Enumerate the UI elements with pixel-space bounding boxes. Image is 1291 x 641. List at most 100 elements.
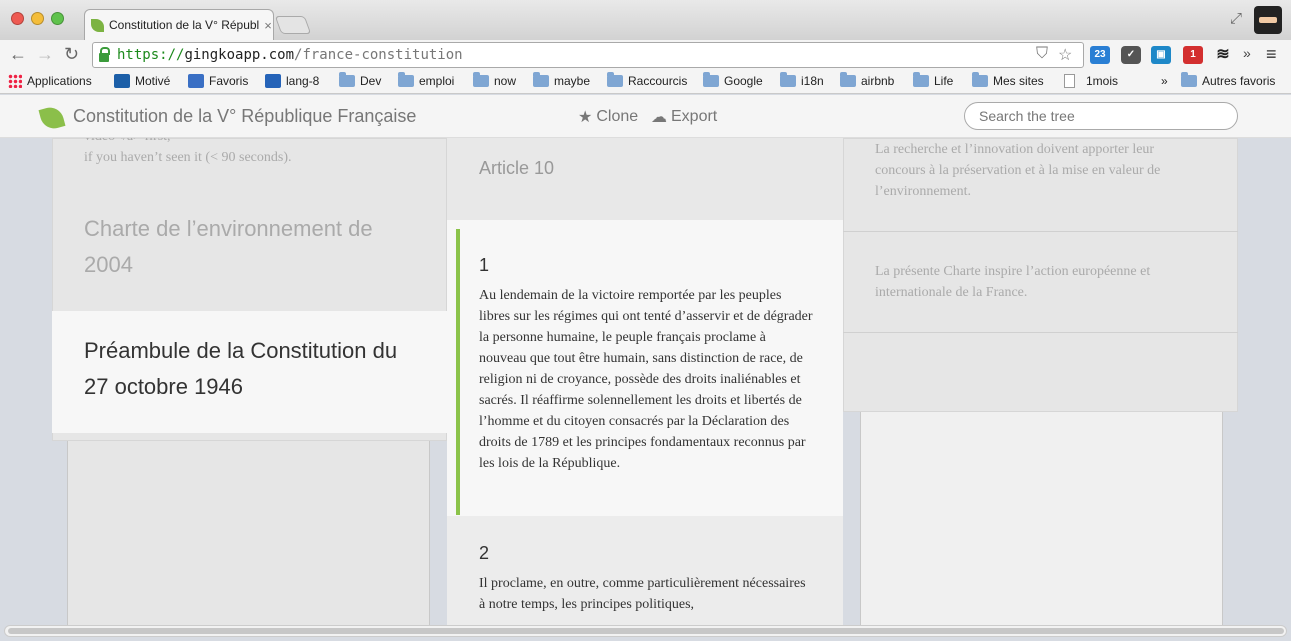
bookmark-label: maybe [554,74,591,88]
folder-icon [840,72,856,87]
bookmark-emploi[interactable]: emploi [398,72,455,88]
browser-tab[interactable]: Constitution de la V° Républ × [84,9,274,40]
card-article-10[interactable] [447,138,843,220]
bookmark-google[interactable]: Google [703,72,763,88]
bookmark-1mois[interactable]: 1mois [1064,74,1118,88]
url-host: gingkoapp.com [184,47,295,63]
contacts-icon [188,74,204,88]
bookmarks-overflow[interactable]: » [1161,74,1168,88]
folder-icon [473,72,489,87]
bookmark-label: 1mois [1086,74,1119,88]
card-charte-environnement[interactable]: Charte de l’environnement de 2004 [84,211,424,283]
reload-icon[interactable]: ↻ [64,44,79,65]
bookmark-label: Autres favoris [1202,74,1276,88]
clone-button[interactable]: ★ Clone [578,107,638,127]
bookmark-label: Raccourcis [628,74,688,88]
star-icon: ★ [578,109,593,126]
shield-icon[interactable]: ⛉ [1036,45,1048,63]
bookmark-now[interactable]: now [473,72,516,88]
bookmark-i18n[interactable]: i18n [780,72,824,88]
bookmark-label: emploi [419,74,455,88]
bookmark-label: Google [724,74,763,88]
bookmark-label: i18n [801,74,824,88]
divider [843,231,1238,232]
folder-icon [533,72,549,87]
card-charte-inspire[interactable]: La présente Charte inspire l’action euro… [875,261,1195,303]
bookmark-mes-sites[interactable]: Mes sites [972,72,1044,88]
gingko-favicon-icon [91,18,104,32]
address-bar[interactable]: https:// gingkoapp.com /france-constitut… [92,42,1084,68]
export-button[interactable]: ☁ Export [651,107,717,127]
checkbox-icon [265,74,281,88]
card-1-heading: 1 [479,255,490,275]
folder-icon [607,72,623,87]
tab-title: Constitution de la V° Républ [109,18,260,32]
export-label: Export [671,108,718,125]
search-tree-input[interactable] [964,102,1238,130]
folder-icon [972,72,988,87]
article-10-label: Article 10 [479,158,555,178]
close-window-button[interactable] [11,12,24,25]
partial-text-line-2: if you haven’t seen it (< 90 seconds). [84,150,292,165]
card-preambule-title: Préambule de la Constitution du 27 octob… [84,338,398,399]
apps-grid-icon [8,74,22,88]
folder-icon [780,72,796,87]
card-recherche[interactable]: La recherche et l’innovation doivent app… [875,139,1195,202]
chrome-menu-icon[interactable]: ≡ [1266,44,1277,65]
calendar-extension-icon[interactable]: 23 [1090,46,1110,64]
folder-icon [913,72,929,87]
bookmark-label: Favoris [209,74,249,88]
trello-icon [114,74,130,88]
card-2-heading: 2 [479,543,490,563]
lastpass-extension-icon[interactable]: 1 [1183,46,1203,64]
bookmark-life[interactable]: Life [913,72,954,88]
bookmark-label: Motivé [135,74,171,88]
folder-icon [703,72,719,87]
column-3-panel [860,400,1223,625]
bookmark-favoris[interactable]: Favoris [188,74,248,88]
forward-icon[interactable]: → [36,44,54,65]
bookmark-label: Applications [27,74,92,88]
bookmark-airbnb[interactable]: airbnb [840,72,895,88]
maximize-window-button[interactable] [51,12,64,25]
bookmark-raccourcis[interactable]: Raccourcis [607,72,688,88]
cloud-download-icon: ☁ [651,109,667,126]
bookmark-autres-favoris[interactable]: Autres favoris [1181,72,1276,88]
folder-icon [1181,72,1197,87]
url-path: /france-constitution [294,47,463,63]
bookmarks-overflow-label: » [1161,74,1168,88]
folder-icon [398,72,414,87]
extensions-overflow-icon[interactable]: » [1243,45,1251,61]
close-tab-icon[interactable]: × [264,18,272,33]
horizontal-scrollbar-thumb[interactable] [8,628,1284,634]
tree-title: Constitution de la V° République Françai… [73,106,417,126]
bookmark-label: Mes sites [993,74,1044,88]
back-icon[interactable]: ← [9,44,27,65]
new-tab-button[interactable] [274,16,312,34]
bookmark-label: airbnb [861,74,895,88]
card-1-text: Au lendemain de la victoire remportée pa… [479,288,813,471]
bookmark-maybe[interactable]: maybe [533,72,591,88]
pocket-extension-icon[interactable]: ✓ [1121,46,1141,64]
page-icon [1064,74,1075,88]
lock-icon [99,46,110,62]
profile-avatar-icon[interactable] [1254,6,1282,34]
bookmark-lang8[interactable]: lang-8 [265,74,319,88]
star-bookmark-icon[interactable]: ☆ [1058,45,1072,65]
active-card-indicator [456,229,460,515]
buffer-extension-icon[interactable]: ≋ [1213,46,1233,64]
lastpass-badge: 1 [1190,49,1196,60]
folder-icon [339,72,355,87]
bookmark-dev[interactable]: Dev [339,72,382,88]
bookmark-label: Dev [360,74,382,88]
bookmark-label: lang-8 [286,74,320,88]
box-extension-icon[interactable]: ▣ [1151,46,1171,64]
fullscreen-icon[interactable]: ⤢ [1230,10,1242,27]
clone-label: Clone [596,108,639,125]
calendar-badge: 23 [1094,49,1106,60]
bookmark-applications[interactable]: Applications [8,74,92,88]
minimize-window-button[interactable] [31,12,44,25]
column-1-panel [67,430,430,625]
bookmark-motive[interactable]: Motivé [114,74,170,88]
bookmark-label: Life [934,74,954,88]
